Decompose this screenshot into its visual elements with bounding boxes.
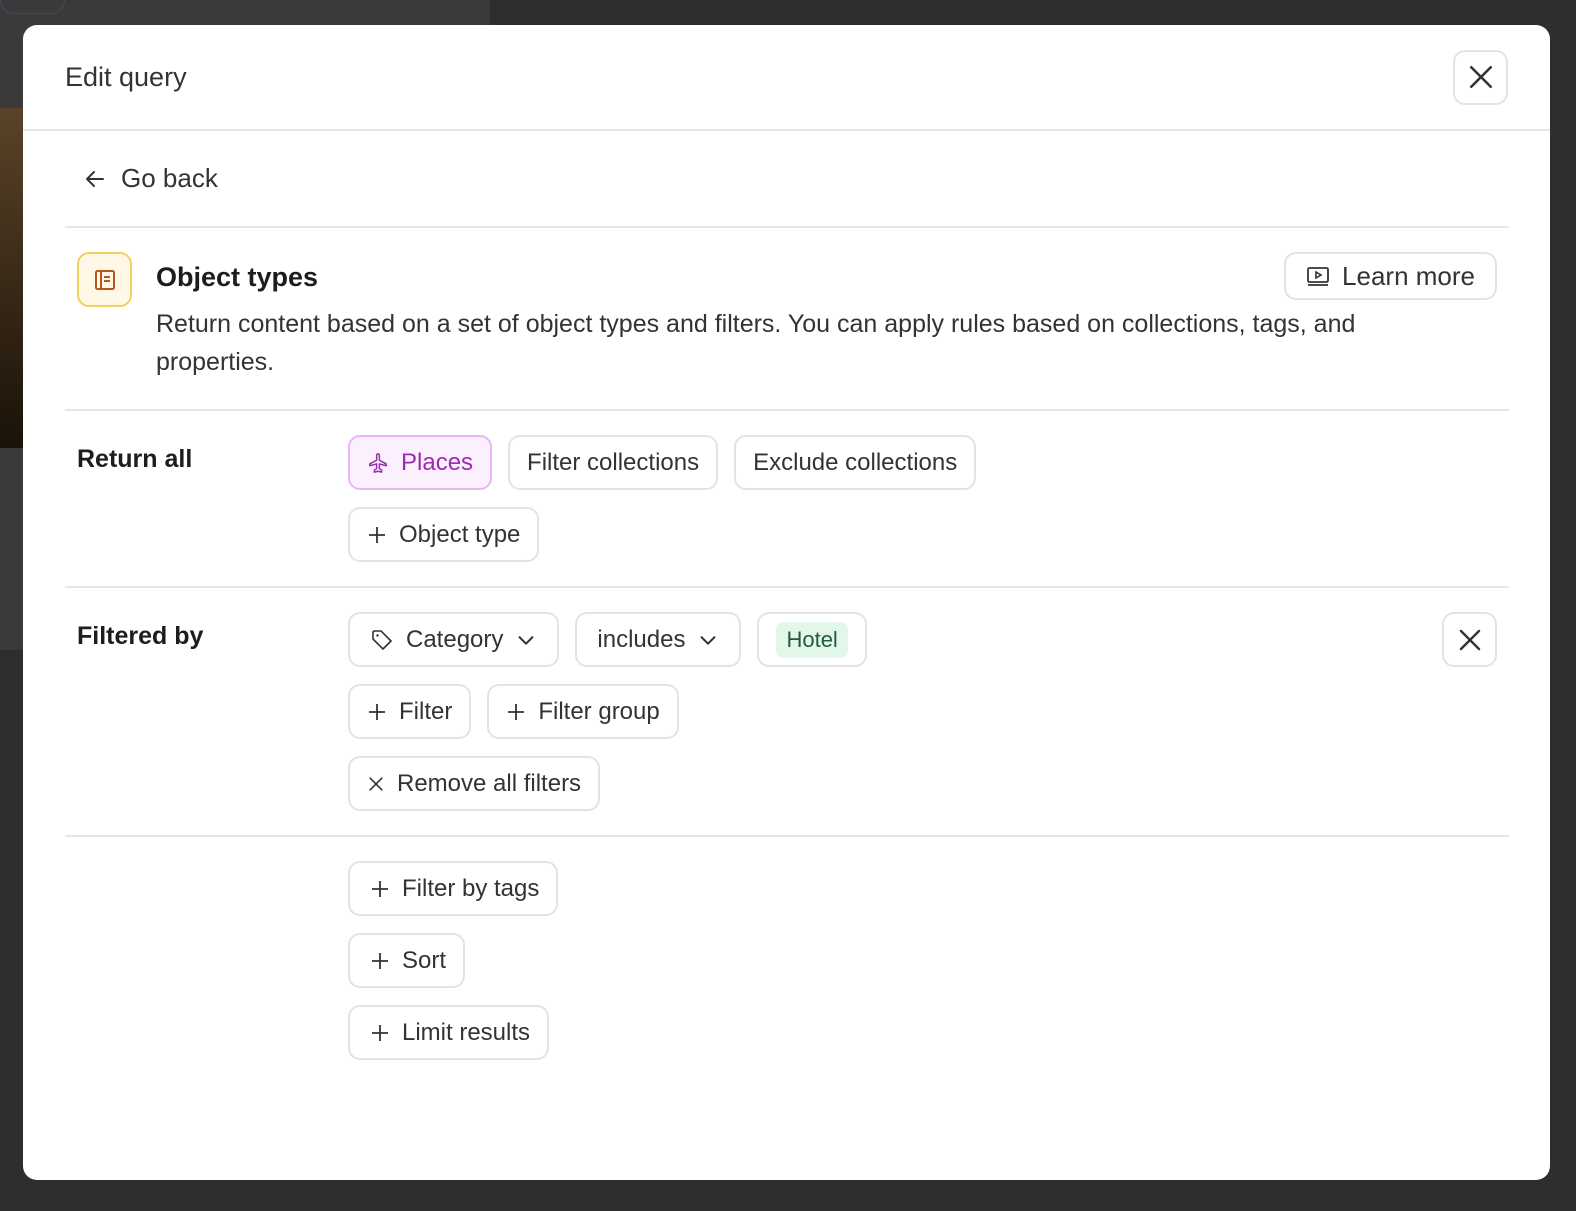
filtered-by-row: Filtered by Category includes Hotel Filt… [65, 588, 1509, 837]
limit-results-button[interactable]: Limit results [348, 1005, 550, 1060]
object-types-intro: Object types Return content based on a s… [65, 228, 1509, 411]
section-title: Object types [156, 262, 319, 292]
section-description: Return content based on a set of object … [156, 310, 1356, 376]
filter-operator-dropdown[interactable]: includes [575, 612, 742, 667]
return-all-label: Return all [77, 445, 193, 473]
exclude-collections-button[interactable]: Exclude collections [734, 435, 977, 490]
close-icon [1459, 629, 1480, 650]
add-filter-label: Filter [399, 697, 453, 725]
modal-title: Edit query [65, 61, 187, 92]
plane-icon [369, 452, 387, 473]
add-object-type-button[interactable]: Object type [348, 507, 540, 562]
learn-more-button[interactable]: Learn more [1284, 252, 1497, 300]
plus-icon [372, 880, 388, 897]
filter-by-tags-label: Filter by tags [402, 874, 540, 902]
chevron-down-icon [518, 635, 534, 645]
add-object-type-label: Object type [399, 520, 521, 548]
filter-value-field[interactable]: Hotel [757, 612, 867, 667]
close-icon [1469, 65, 1492, 89]
sort-button[interactable]: Sort [348, 933, 466, 988]
video-icon [1307, 267, 1329, 286]
go-back-link[interactable]: Go back [65, 131, 1509, 228]
limit-results-label: Limit results [402, 1018, 531, 1046]
sort-label: Sort [402, 946, 447, 974]
plus-icon [369, 526, 385, 543]
return-all-row: Return all Places Filter collections Exc… [65, 411, 1509, 588]
filter-by-tags-button[interactable]: Filter by tags [348, 861, 559, 916]
add-filter-group-label: Filter group [538, 697, 660, 725]
places-chip[interactable]: Places [348, 435, 493, 490]
plus-icon [508, 703, 525, 720]
tag-icon [372, 629, 392, 650]
chevron-down-icon [701, 635, 716, 645]
arrow-left-icon [86, 170, 104, 187]
object-type-icon [77, 252, 132, 307]
filtered-by-label: Filtered by [77, 622, 204, 650]
remove-all-filters-button[interactable]: Remove all filters [348, 756, 601, 811]
add-filter-group-button[interactable]: Filter group [487, 684, 679, 739]
filter-field-label: Category [406, 625, 504, 653]
filter-operator-label: includes [597, 625, 686, 653]
learn-more-label: Learn more [1342, 260, 1475, 291]
modal-header: Edit query [23, 25, 1550, 131]
x-icon [369, 776, 383, 791]
places-label: Places [401, 448, 474, 476]
go-back-label: Go back [121, 163, 218, 193]
extras-row: Filter by tags Sort Limit results [65, 837, 1509, 1084]
background-tag [0, 0, 65, 14]
add-filter-button[interactable]: Filter [348, 684, 472, 739]
remove-all-filters-label: Remove all filters [397, 769, 582, 797]
edit-query-modal: Edit query Go back Object types Return c… [23, 25, 1550, 1180]
close-button[interactable] [1453, 49, 1508, 105]
filter-collections-button[interactable]: Filter collections [508, 435, 719, 490]
plus-icon [372, 1024, 388, 1041]
plus-icon [369, 703, 385, 720]
filter-field-dropdown[interactable]: Category [348, 612, 560, 667]
hotel-tag[interactable]: Hotel [776, 621, 848, 658]
remove-filter-button[interactable] [1442, 612, 1497, 667]
plus-icon [372, 952, 388, 969]
